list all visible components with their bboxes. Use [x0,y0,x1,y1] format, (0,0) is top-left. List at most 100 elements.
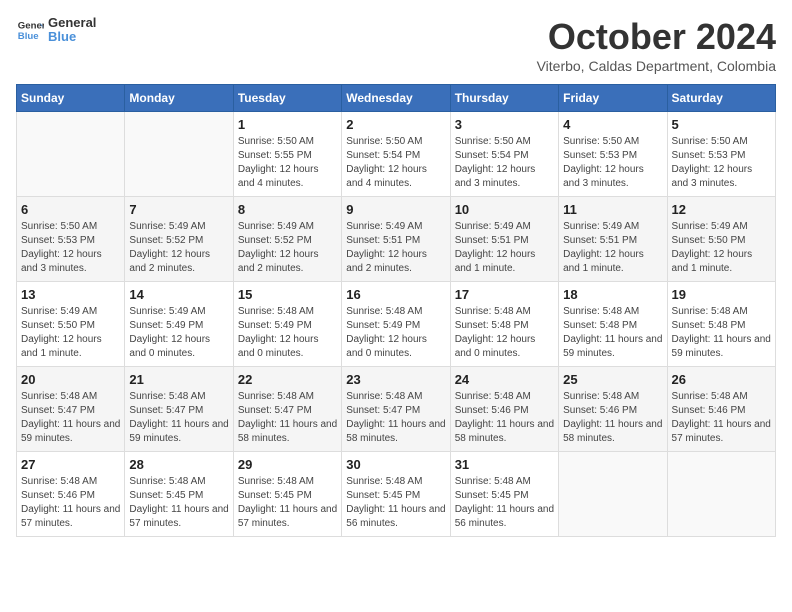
day-info: Sunrise: 5:49 AM Sunset: 5:51 PM Dayligh… [346,220,445,276]
day-info: Sunrise: 5:50 AM Sunset: 5:54 PM Dayligh… [455,135,554,191]
calendar-cell: 28 Sunrise: 5:48 AM Sunset: 5:45 PM Dayli… [125,452,233,537]
calendar-cell: 21 Sunrise: 5:48 AM Sunset: 5:47 PM Dayli… [125,367,233,452]
day-info: Sunrise: 5:48 AM Sunset: 5:48 PM Dayligh… [672,305,771,361]
calendar-cell: 10 Sunrise: 5:49 AM Sunset: 5:51 PM Dayli… [450,197,558,282]
day-info: Sunrise: 5:48 AM Sunset: 5:48 PM Dayligh… [563,305,662,361]
day-number: 25 [563,372,662,387]
calendar-cell: 27Sunrise: 5:48 AM Sunset: 5:46 PM Dayli… [17,452,125,537]
day-number: 7 [129,202,228,217]
day-info: Sunrise: 5:49 AM Sunset: 5:49 PM Dayligh… [129,305,228,361]
header: General Blue General Blue October 2024 V… [16,16,776,74]
calendar-week-row: 6Sunrise: 5:50 AM Sunset: 5:53 PM Daylig… [17,197,776,282]
day-number: 10 [455,202,554,217]
calendar-cell: 13 Sunrise: 5:49 AM Sunset: 5:50 PM Dayli… [17,282,125,367]
logo-line1: General [48,16,96,30]
calendar-cell [667,452,775,537]
day-number: 30 [346,457,445,472]
day-number: 13 [21,287,120,302]
calendar-cell: 31Sunrise: 5:48 AM Sunset: 5:45 PM Dayli… [450,452,558,537]
day-number: 19 [672,287,771,302]
calendar-header-row: SundayMondayTuesdayWednesdayThursdayFrid… [17,85,776,112]
weekday-header: Sunday [17,85,125,112]
calendar-week-row: 27Sunrise: 5:48 AM Sunset: 5:46 PM Dayli… [17,452,776,537]
logo-icon: General Blue [16,16,44,44]
calendar-week-row: 1 Sunrise: 5:50 AM Sunset: 5:55 PM Daylig… [17,112,776,197]
day-number: 24 [455,372,554,387]
day-info: Sunrise: 5:48 AM Sunset: 5:47 PM Dayligh… [238,390,337,446]
calendar-cell: 17 Sunrise: 5:48 AM Sunset: 5:48 PM Dayli… [450,282,558,367]
day-number: 11 [563,202,662,217]
day-info: Sunrise: 5:48 AM Sunset: 5:46 PM Dayligh… [563,390,662,446]
calendar-cell: 5 Sunrise: 5:50 AM Sunset: 5:53 PM Daylig… [667,112,775,197]
day-info: Sunrise: 5:48 AM Sunset: 5:45 PM Dayligh… [129,475,228,531]
day-number: 18 [563,287,662,302]
calendar-cell: 14Sunrise: 5:49 AM Sunset: 5:49 PM Dayli… [125,282,233,367]
calendar-week-row: 13 Sunrise: 5:49 AM Sunset: 5:50 PM Dayli… [17,282,776,367]
calendar-cell: 4 Sunrise: 5:50 AM Sunset: 5:53 PM Daylig… [559,112,667,197]
day-info: Sunrise: 5:49 AM Sunset: 5:52 PM Dayligh… [129,220,228,276]
day-number: 16 [346,287,445,302]
weekday-header: Friday [559,85,667,112]
calendar-cell: 29Sunrise: 5:48 AM Sunset: 5:45 PM Dayli… [233,452,341,537]
day-info: Sunrise: 5:48 AM Sunset: 5:49 PM Dayligh… [346,305,445,361]
calendar-cell: 12 Sunrise: 5:49 AM Sunset: 5:50 PM Dayli… [667,197,775,282]
day-number: 1 [238,117,337,132]
month-title: October 2024 [537,16,776,58]
day-info: Sunrise: 5:48 AM Sunset: 5:48 PM Dayligh… [455,305,554,361]
day-number: 21 [129,372,228,387]
calendar-cell: 16 Sunrise: 5:48 AM Sunset: 5:49 PM Dayli… [342,282,450,367]
day-info: Sunrise: 5:50 AM Sunset: 5:53 PM Dayligh… [563,135,662,191]
day-number: 26 [672,372,771,387]
day-info: Sunrise: 5:50 AM Sunset: 5:55 PM Dayligh… [238,135,337,191]
calendar-cell: 2 Sunrise: 5:50 AM Sunset: 5:54 PM Daylig… [342,112,450,197]
weekday-header: Saturday [667,85,775,112]
calendar-cell: 7 Sunrise: 5:49 AM Sunset: 5:52 PM Daylig… [125,197,233,282]
day-number: 8 [238,202,337,217]
day-number: 27 [21,457,120,472]
day-info: Sunrise: 5:48 AM Sunset: 5:49 PM Dayligh… [238,305,337,361]
calendar-cell: 11 Sunrise: 5:49 AM Sunset: 5:51 PM Dayli… [559,197,667,282]
calendar-cell: 22 Sunrise: 5:48 AM Sunset: 5:47 PM Dayli… [233,367,341,452]
calendar-cell [559,452,667,537]
day-number: 23 [346,372,445,387]
day-info: Sunrise: 5:50 AM Sunset: 5:53 PM Dayligh… [672,135,771,191]
calendar-cell [125,112,233,197]
location-subtitle: Viterbo, Caldas Department, Colombia [537,58,776,74]
calendar-cell: 20Sunrise: 5:48 AM Sunset: 5:47 PM Dayli… [17,367,125,452]
day-info: Sunrise: 5:48 AM Sunset: 5:46 PM Dayligh… [455,390,554,446]
day-info: Sunrise: 5:48 AM Sunset: 5:45 PM Dayligh… [346,475,445,531]
day-info: Sunrise: 5:50 AM Sunset: 5:53 PM Dayligh… [21,220,120,276]
day-number: 15 [238,287,337,302]
day-number: 4 [563,117,662,132]
calendar-body: 1 Sunrise: 5:50 AM Sunset: 5:55 PM Daylig… [17,112,776,537]
day-number: 22 [238,372,337,387]
calendar-cell: 26Sunrise: 5:48 AM Sunset: 5:46 PM Dayli… [667,367,775,452]
calendar-cell [17,112,125,197]
calendar-cell: 30 Sunrise: 5:48 AM Sunset: 5:45 PM Dayli… [342,452,450,537]
day-number: 31 [455,457,554,472]
day-info: Sunrise: 5:49 AM Sunset: 5:51 PM Dayligh… [455,220,554,276]
title-area: October 2024 Viterbo, Caldas Department,… [537,16,776,74]
calendar-table: SundayMondayTuesdayWednesdayThursdayFrid… [16,84,776,537]
weekday-header: Tuesday [233,85,341,112]
day-info: Sunrise: 5:48 AM Sunset: 5:45 PM Dayligh… [238,475,337,531]
day-info: Sunrise: 5:49 AM Sunset: 5:50 PM Dayligh… [21,305,120,361]
day-info: Sunrise: 5:48 AM Sunset: 5:47 PM Dayligh… [21,390,120,446]
svg-text:Blue: Blue [18,31,39,42]
day-info: Sunrise: 5:49 AM Sunset: 5:52 PM Dayligh… [238,220,337,276]
day-number: 2 [346,117,445,132]
calendar-cell: 15 Sunrise: 5:48 AM Sunset: 5:49 PM Dayli… [233,282,341,367]
day-info: Sunrise: 5:49 AM Sunset: 5:50 PM Dayligh… [672,220,771,276]
day-number: 12 [672,202,771,217]
day-info: Sunrise: 5:50 AM Sunset: 5:54 PM Dayligh… [346,135,445,191]
weekday-header: Monday [125,85,233,112]
day-info: Sunrise: 5:48 AM Sunset: 5:47 PM Dayligh… [346,390,445,446]
day-info: Sunrise: 5:49 AM Sunset: 5:51 PM Dayligh… [563,220,662,276]
day-number: 9 [346,202,445,217]
day-number: 5 [672,117,771,132]
calendar-cell: 8 Sunrise: 5:49 AM Sunset: 5:52 PM Daylig… [233,197,341,282]
weekday-header: Thursday [450,85,558,112]
day-info: Sunrise: 5:48 AM Sunset: 5:47 PM Dayligh… [129,390,228,446]
day-number: 17 [455,287,554,302]
day-number: 28 [129,457,228,472]
